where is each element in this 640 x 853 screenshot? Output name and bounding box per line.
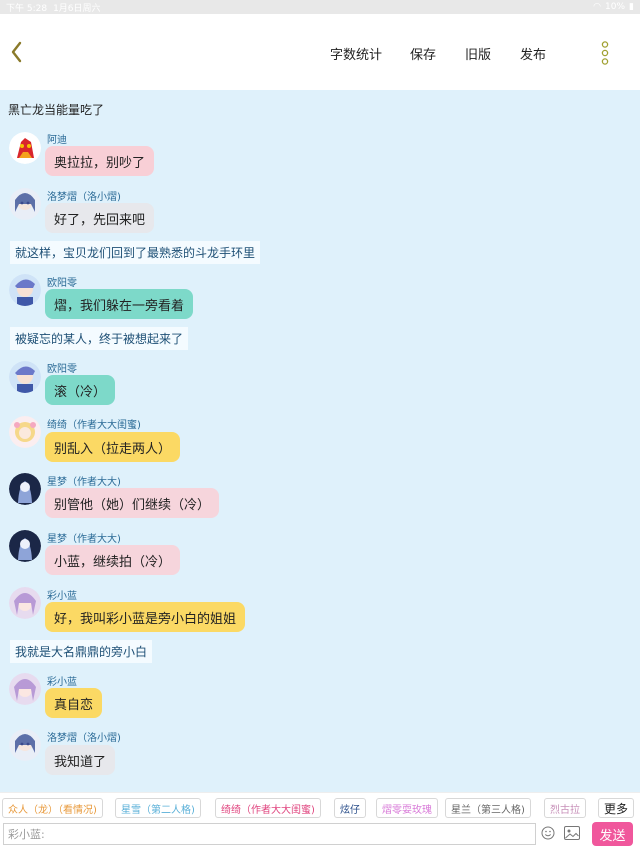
avatar-cai-xiaolan[interactable]: [9, 673, 41, 705]
message-bubble[interactable]: 好，我叫彩小蓝是旁小白的姐姐: [45, 602, 246, 632]
sender-name: 洛梦熠（洛小熠): [47, 192, 121, 203]
emoji-icon[interactable]: [541, 826, 555, 840]
message-bubble[interactable]: 我知道了: [45, 745, 116, 775]
avatar-luo-mengyi[interactable]: [9, 188, 41, 220]
message-bubble[interactable]: 别管他（她）们继续（冷）: [45, 488, 220, 518]
save-button[interactable]: 保存: [410, 44, 436, 63]
status-date: 1月6日周六: [53, 3, 101, 14]
avatar-luo-mengyi[interactable]: [9, 729, 41, 761]
more-menu-icon[interactable]: [600, 41, 610, 65]
role-tab[interactable]: 星兰（第三人格): [445, 798, 531, 818]
sender-name: 洛梦熠（洛小熠): [47, 733, 121, 744]
status-battery: 10%: [605, 2, 626, 12]
avatar-qiqi[interactable]: [9, 416, 41, 448]
top-toolbar: 字数统计 保存 旧版 发布: [0, 14, 640, 90]
avatar-xingmeng[interactable]: [9, 530, 41, 562]
role-tab[interactable]: 绮绮（作者大大闺蜜): [215, 798, 321, 818]
narration-text: 就这样，宝贝龙们回到了最熟悉的斗龙手环里: [10, 241, 261, 264]
sender-name: 星梦（作者大大): [47, 534, 121, 545]
status-time: 下午 5:28: [6, 3, 48, 14]
sender-name: 彩小蓝: [47, 591, 77, 602]
narration-text: 我就是大名鼎鼎的旁小白: [10, 640, 153, 663]
avatar-ouyang-ling[interactable]: [9, 274, 41, 306]
role-tab[interactable]: 众人（龙）（看情况): [2, 798, 103, 818]
word-count-button[interactable]: 字数统计: [330, 44, 382, 63]
image-icon[interactable]: [564, 826, 580, 840]
role-tab[interactable]: 熠零耍玫瑰: [376, 798, 438, 818]
avatar-ouyang-ling[interactable]: [9, 361, 41, 393]
old-version-button[interactable]: 旧版: [465, 44, 491, 63]
back-arrow-icon[interactable]: [8, 40, 24, 64]
sender-name: 欧阳零: [47, 278, 77, 289]
sender-name: 星梦（作者大大): [47, 477, 121, 488]
wifi-icon: ◠: [593, 2, 602, 12]
role-tab[interactable]: 烈古拉: [544, 798, 586, 818]
role-selector-bar: 众人（龙）（看情况) 星雪（第二人格) 绮绮（作者大大闺蜜) 炫仔 熠零耍玫瑰 …: [0, 792, 640, 820]
message-bubble[interactable]: 熠，我们躲在一旁看着: [45, 289, 194, 319]
message-bubble[interactable]: 真自恋: [45, 688, 103, 718]
role-tab[interactable]: 星雪（第二人格): [115, 798, 201, 818]
battery-icon: ▮: [629, 2, 634, 12]
more-roles-button[interactable]: 更多: [598, 798, 634, 818]
message-bubble[interactable]: 好了，先回来吧: [45, 203, 155, 233]
message-input[interactable]: [3, 823, 536, 845]
message-bubble[interactable]: 滚（冷）: [45, 375, 116, 405]
avatar-adi[interactable]: [9, 132, 41, 164]
narration-text: 黑亡龙当能量吃了: [8, 103, 105, 117]
publish-button[interactable]: 发布: [520, 44, 546, 63]
message-bubble[interactable]: 别乱入（拉走两人）: [45, 432, 181, 462]
sender-name: 阿迪: [47, 135, 67, 146]
input-bar: 发送: [0, 820, 640, 853]
sender-name: 绮绮（作者大大闺蜜): [47, 420, 141, 431]
sender-name: 彩小蓝: [47, 677, 77, 688]
avatar-xingmeng[interactable]: [9, 473, 41, 505]
message-bubble[interactable]: 小蓝，继续拍（冷）: [45, 545, 181, 575]
status-bar: 下午 5:28 1月6日周六 ◠ 10% ▮: [0, 0, 640, 14]
sender-name: 欧阳零: [47, 364, 77, 375]
chat-area[interactable]: 黑亡龙当能量吃了 阿迪 奥拉拉，别吵了 洛梦熠（洛小熠) 好了，先回来吧 就这样…: [0, 90, 640, 792]
role-tab[interactable]: 炫仔: [334, 798, 366, 818]
message-bubble[interactable]: 奥拉拉，别吵了: [45, 146, 155, 176]
narration-text: 被疑忘的某人，终于被想起来了: [10, 327, 189, 350]
avatar-cai-xiaolan[interactable]: [9, 587, 41, 619]
send-button[interactable]: 发送: [592, 822, 633, 846]
